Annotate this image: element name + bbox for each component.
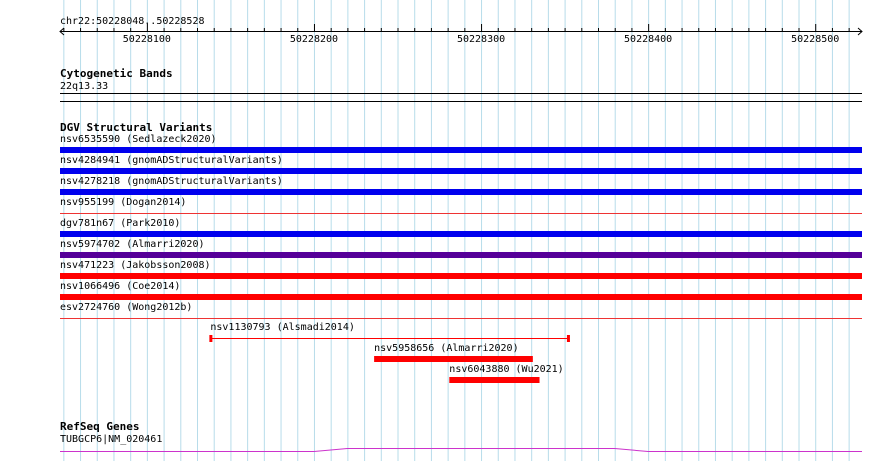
dgv-track-title: DGV Structural Variants	[60, 121, 213, 134]
dgv-variant-label[interactable]: nsv6043880 (Wu2021)	[449, 364, 563, 375]
dgv-variant-label[interactable]: nsv5958656 (Almarri2020)	[374, 343, 519, 354]
dgv-variant-label[interactable]: dgv781n67 (Park2010)	[60, 218, 180, 229]
dgv-variant-label[interactable]: esv2724760 (Wong2012b)	[60, 302, 192, 313]
dgv-variant-label[interactable]: nsv471223 (Jakobsson2008)	[60, 260, 211, 271]
dgv-variant-label[interactable]: nsv6535590 (Sedlazeck2020)	[60, 134, 217, 145]
refseq-gene-label[interactable]: TUBGCP6|NM_020461	[60, 434, 162, 445]
dgv-variant-bar	[60, 252, 862, 258]
dgv-variant-bar	[449, 377, 540, 383]
dgv-variant-label[interactable]: nsv5974702 (Almarri2020)	[60, 239, 205, 250]
dgv-variant-label[interactable]: nsv4284941 (gnomADStructuralVariants)	[60, 155, 283, 166]
ruler-tick-label: 50228400	[624, 34, 673, 45]
dgv-variant-label[interactable]: nsv955199 (Dogan2014)	[60, 197, 186, 208]
dgv-variant-bar	[60, 147, 862, 153]
ruler-tick-label: 50228500	[791, 34, 840, 45]
dgv-variant-label[interactable]: nsv4278218 (gnomADStructuralVariants)	[60, 176, 283, 187]
dgv-variant-bar	[374, 356, 533, 362]
dgv-variant-end-cap	[566, 335, 570, 342]
dgv-variant-end-cap	[209, 335, 213, 342]
vertical-grid-lines	[63, 0, 850, 461]
dgv-variant-label[interactable]: nsv1130793 (Alsmadi2014)	[210, 322, 355, 333]
cytoband-label[interactable]: 22q13.33	[60, 81, 108, 92]
dgv-variant-bar	[60, 231, 862, 237]
ruler-tick-label: 50228100	[122, 34, 171, 45]
refseq-track-title: RefSeq Genes	[60, 420, 140, 433]
dgv-variant-label[interactable]: nsv1066496 (Coe2014)	[60, 281, 180, 292]
dgv-variant-bar	[60, 168, 862, 174]
ruler-tick-label: 50228200	[289, 34, 339, 45]
dgv-variant-bar	[60, 294, 862, 300]
dgv-variant-bar	[60, 189, 862, 195]
ruler-region-label: chr22:50228048..50228528	[60, 16, 205, 27]
ruler-tick-label: 50228300	[456, 34, 506, 45]
cytoband-track-title: Cytogenetic Bands	[60, 67, 173, 80]
dgv-variant-bar	[60, 273, 862, 279]
